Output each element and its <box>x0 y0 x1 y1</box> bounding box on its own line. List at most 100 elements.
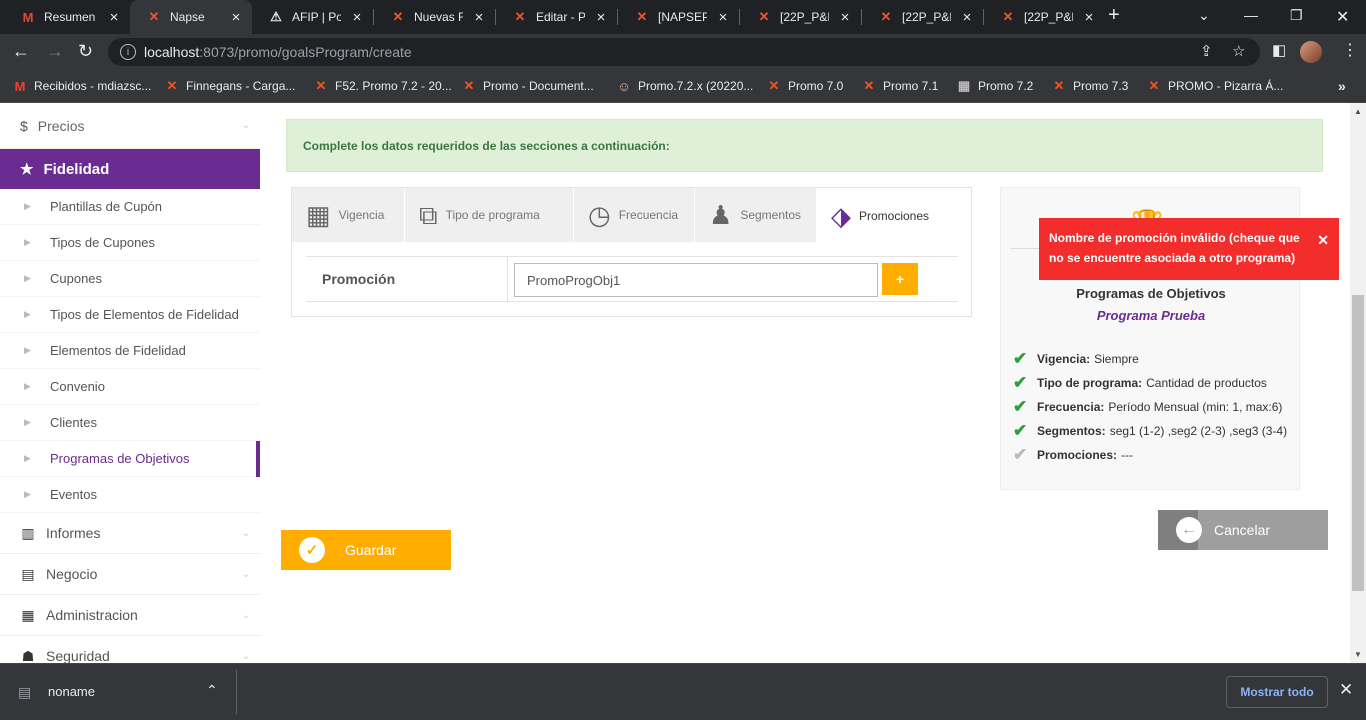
scroll-thumb[interactable] <box>1352 295 1364 591</box>
napse-icon: ✕ <box>768 78 780 93</box>
sidebar-subitem[interactable]: ▶ Convenio <box>0 369 260 405</box>
tab-title: [22P_P&D <box>902 10 951 24</box>
tab-label: Segmentos <box>740 208 802 222</box>
summary-item-label: Segmentos: <box>1037 424 1106 438</box>
sidebar-subitem[interactable]: ▶ Elementos de Fidelidad <box>0 333 260 369</box>
download-filename[interactable]: noname <box>48 684 95 699</box>
bookmark-item[interactable]: ✕ Promo 7.1 <box>861 78 939 94</box>
bookmark-item[interactable]: M Recibidos - mdiazsc... <box>12 78 152 94</box>
tab-frecuencia[interactable]: ◷ Frecuencia <box>574 188 695 242</box>
bookmark-item[interactable]: ☺ Promo.7.2.x (20220... <box>616 78 753 94</box>
close-icon[interactable]: ✕ <box>1339 680 1353 700</box>
scroll-up-icon[interactable]: ▲ <box>1354 107 1362 116</box>
close-icon[interactable]: × <box>349 9 365 26</box>
browser-tab[interactable]: M Resumen c × <box>4 0 130 34</box>
tab-segmentos[interactable]: ♟ Segmentos <box>695 188 817 242</box>
scroll-down-icon[interactable]: ▼ <box>1354 650 1362 659</box>
window-close-icon[interactable]: ✕ <box>1336 7 1349 27</box>
side-panel-icon[interactable]: ◧ <box>1272 41 1286 61</box>
add-promocion-button[interactable]: + <box>882 263 918 295</box>
bookmark-item[interactable]: ✕ F52. Promo 7.2 - 20... <box>313 78 452 94</box>
close-icon[interactable]: × <box>106 9 122 26</box>
reload-icon[interactable]: ↻ <box>78 41 93 61</box>
show-all-button[interactable]: Mostrar todo <box>1226 676 1328 708</box>
new-tab-icon[interactable]: + <box>1108 4 1120 27</box>
browser-tab[interactable]: ✕ Editar - PR × <box>496 0 617 34</box>
close-icon[interactable]: × <box>471 9 487 26</box>
save-button[interactable]: ✓ Guardar <box>281 530 451 570</box>
close-icon[interactable]: × <box>959 9 975 26</box>
browser-tab[interactable]: ✕ [22P_P&D × <box>984 0 1105 34</box>
napse-icon: ✕ <box>166 78 178 93</box>
close-icon[interactable]: × <box>593 9 609 26</box>
sidebar-subitem[interactable]: ▶ Cupones <box>0 261 260 297</box>
bookmark-star-icon[interactable]: ☆ <box>1232 42 1245 60</box>
tab-tipo-de-programa[interactable]: ⧉ Tipo de programa <box>405 188 574 242</box>
site-info-icon[interactable]: i <box>120 44 136 60</box>
triangle-right-icon: ▶ <box>24 345 31 355</box>
bookmark-item[interactable]: ▦ Promo 7.2 <box>956 78 1034 94</box>
calendar-icon: ▦ <box>21 606 35 623</box>
browser-tab[interactable]: ✕ [22P_P&D × <box>740 0 861 34</box>
sidebar-subitem[interactable]: ▶ Clientes <box>0 405 260 441</box>
wizard-tabs: ▦ Vigencia ⧉ Tipo de programa ◷ Frecuenc… <box>292 188 971 243</box>
browser-tab[interactable]: ✕ [22P_P&D × <box>862 0 983 34</box>
browser-tab[interactable]: ✕ [NAPSEPD × <box>618 0 739 34</box>
minimize-icon[interactable]: — <box>1244 7 1258 23</box>
tab-search-icon[interactable]: ⌄ <box>1198 7 1210 24</box>
close-icon[interactable]: × <box>228 9 244 26</box>
sidebar-subitem-label: Clientes <box>50 415 97 430</box>
sidebar-item-label: Administracion <box>46 607 138 623</box>
browser-tab-active[interactable]: ✕ Napse × <box>130 0 252 34</box>
sidebar-subitem[interactable]: ▶ Eventos <box>0 477 260 513</box>
bookmark-item[interactable]: ✕ PROMO - Pizarra Á... <box>1146 78 1284 94</box>
summary-program-name: Programa Prueba <box>1096 308 1206 323</box>
sidebar-subitem[interactable]: ▶ Tipos de Cupones <box>0 225 260 261</box>
users-icon: ☗ <box>21 647 35 664</box>
sidebar-section-fidelidad[interactable]: ★ Fidelidad <box>0 149 260 189</box>
chevron-up-icon[interactable]: ⌃ <box>206 682 218 699</box>
sidebar-item-label: Negocio <box>46 566 98 582</box>
sidebar-item-negocio[interactable]: ▤ Negocio ⌄ <box>0 554 260 595</box>
close-icon[interactable]: × <box>715 9 731 26</box>
browser-tab[interactable]: ⚠ AFIP | Port × <box>252 0 373 34</box>
more-bookmarks-icon[interactable]: » <box>1338 78 1346 94</box>
promocion-input[interactable] <box>514 263 878 297</box>
sidebar-subitem[interactable]: ▶ Plantillas de Cupón <box>0 189 260 225</box>
maximize-icon[interactable]: ❐ <box>1290 7 1303 24</box>
page-scrollbar[interactable]: ▲ ▼ <box>1350 103 1366 663</box>
share-icon[interactable]: ⇪ <box>1200 42 1213 60</box>
summary-title: Programas de Objetivos <box>1076 286 1226 301</box>
back-icon[interactable]: ← <box>12 41 30 61</box>
close-icon[interactable]: × <box>837 9 853 26</box>
bookmark-item[interactable]: ✕ Promo 7.0 <box>766 78 844 94</box>
sidebar-item-informes[interactable]: ▥ Informes ⌄ <box>0 513 260 554</box>
cancel-button[interactable]: ← Cancelar <box>1158 510 1328 550</box>
tab-vigencia[interactable]: ▦ Vigencia <box>292 188 405 242</box>
sidebar-subitem-active[interactable]: ▶ Programas de Objetivos <box>0 441 260 477</box>
sidebar-item-administracion[interactable]: ▦ Administracion ⌄ <box>0 595 260 636</box>
summary-item-label: Tipo de programa: <box>1037 376 1143 390</box>
tab-promociones[interactable]: ⬗ Promociones <box>817 188 971 243</box>
sidebar-subitem-label: Plantillas de Cupón <box>50 199 163 214</box>
triangle-right-icon: ▶ <box>24 453 31 463</box>
chevron-down-icon: ⌄ <box>241 650 250 662</box>
address-bar[interactable]: i localhost :8073/promo/goalsProgram/cre… <box>108 38 1260 66</box>
sidebar-item-seguridad[interactable]: ☗ Seguridad ⌄ <box>0 636 260 664</box>
bookmark-item[interactable]: ✕ Finnegans - Carga... <box>164 78 296 94</box>
close-icon[interactable]: × <box>1081 9 1097 26</box>
star-icon: ★ <box>20 161 34 178</box>
avatar[interactable] <box>1300 41 1322 63</box>
bookmark-item[interactable]: ✕ Promo 7.3 <box>1051 78 1129 94</box>
browser-tab[interactable]: ✕ Nuevas Fu × <box>374 0 495 34</box>
menu-icon[interactable]: ⋮ <box>1342 41 1358 61</box>
afip-icon: ⚠ <box>270 9 282 24</box>
bookmark-item[interactable]: ✕ Promo - Document... <box>461 78 594 94</box>
summary-item-label: Vigencia: <box>1037 352 1091 366</box>
triangle-right-icon: ▶ <box>24 489 31 499</box>
sidebar-subitem[interactable]: ▶ Tipos de Elementos de Fidelidad <box>0 297 260 333</box>
tab-label: Promociones <box>859 208 930 223</box>
close-icon[interactable]: ✕ <box>1317 230 1329 250</box>
forward-icon[interactable]: → <box>46 41 64 61</box>
sidebar-item-precios[interactable]: $ Precios ⌄ <box>0 103 260 149</box>
